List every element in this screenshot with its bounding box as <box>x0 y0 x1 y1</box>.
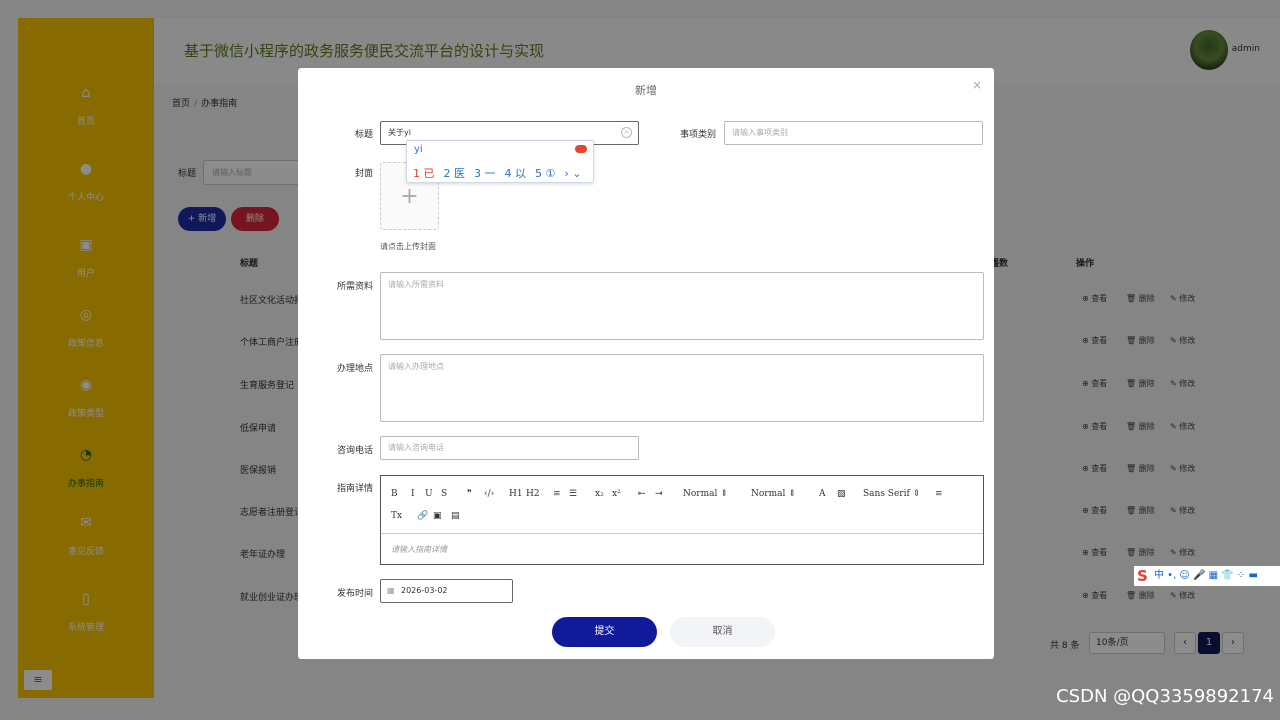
sogou-logo-icon: S <box>1137 567 1148 585</box>
toolbar-button[interactable]: Sans Serif ⇕ <box>863 489 920 499</box>
toolbar-button[interactable]: B <box>391 489 398 499</box>
category-input[interactable]: 请输入事项类别 <box>724 121 983 145</box>
editor-toolbar: B I U S ❞ ‹/› H1 H2 ≡ ☰ x₂ x² ⇤ ⇥ Normal ⇕ Normal ⇕ A ▧ Sa… <box>381 476 983 534</box>
ime-status-bar[interactable]: S 中 •, ☺ 🎤 ▦ 👕 ⁘ ▬ <box>1134 566 1280 586</box>
title-input-value: 关于yi <box>388 128 411 137</box>
toolbar-button[interactable]: x² <box>612 489 621 499</box>
ime-candidate-popup: yi 1 已 2 医 3 一 4 以 5 ① › ⌄ <box>406 140 594 183</box>
ime-candidate[interactable]: 5 ① <box>535 167 555 180</box>
toolbar-button[interactable]: ‹/› <box>484 489 494 499</box>
date-value: 2026-03-02 <box>401 586 448 595</box>
date-label: 发布时间 <box>336 589 373 599</box>
toolbar-button[interactable]: ▣ <box>433 511 442 521</box>
ime-candidate[interactable]: 1 已 <box>413 167 435 180</box>
toolbar-button[interactable]: ⇥ <box>655 489 663 499</box>
editor-placeholder: 请输入指南详情 <box>391 545 447 554</box>
ime-logo-icon <box>575 145 587 153</box>
toolbar-button[interactable]: x₂ <box>595 489 604 499</box>
toolbar-button[interactable]: ≡ <box>935 489 943 499</box>
ime-status-icons[interactable]: 中 •, ☺ 🎤 ▦ 👕 ⁘ ▬ <box>1154 566 1258 586</box>
category-label: 事项类别 <box>679 130 716 140</box>
phone-label: 咨询电话 <box>336 446 373 456</box>
ime-candidate[interactable]: 3 一 <box>474 167 496 180</box>
ime-candidate[interactable]: 4 以 <box>505 167 527 180</box>
toolbar-button[interactable]: ▧ <box>837 489 846 499</box>
toolbar-button[interactable]: 🔗 <box>417 511 428 521</box>
close-icon[interactable]: × <box>972 78 982 92</box>
toolbar-button[interactable]: Tx <box>391 511 402 521</box>
phone-input[interactable]: 请输入咨询电话 <box>380 436 639 460</box>
location-textarea[interactable]: 请输入办理地点 <box>380 354 984 422</box>
toolbar-button[interactable]: ≡ <box>553 489 561 499</box>
location-label: 办理地点 <box>336 364 373 374</box>
watermark: CSDN @QQ3359892174 <box>1056 686 1274 707</box>
toolbar-button[interactable]: ⇤ <box>638 489 646 499</box>
toolbar-button[interactable]: ▤ <box>451 511 460 521</box>
cancel-button[interactable]: 取消 <box>670 617 775 647</box>
toolbar-button[interactable]: Normal ⇕ <box>751 489 796 499</box>
toolbar-button[interactable]: H1 <box>509 489 523 499</box>
ime-composition: yi <box>414 144 423 155</box>
dialog-title: 新增 <box>635 84 657 97</box>
plus-icon: + <box>400 184 419 209</box>
ime-candidate[interactable]: 2 医 <box>444 167 466 180</box>
toolbar-button[interactable]: Normal ⇕ <box>683 489 728 499</box>
toolbar-button[interactable]: U <box>425 489 433 499</box>
clear-icon[interactable]: × <box>621 127 632 138</box>
calendar-icon: ▦ <box>387 586 395 595</box>
toolbar-button[interactable]: S <box>441 489 447 499</box>
submit-button[interactable]: 提交 <box>552 617 657 647</box>
toolbar-button[interactable]: A <box>819 489 826 499</box>
toolbar-button[interactable]: ☰ <box>569 489 577 499</box>
ime-nav[interactable]: › ⌄ <box>564 167 581 180</box>
cover-upload-hint: 请点击上传封面 <box>380 242 436 251</box>
toolbar-button[interactable]: I <box>411 489 415 499</box>
detail-label: 指南详情 <box>336 484 373 494</box>
materials-textarea[interactable]: 请输入所需资料 <box>380 272 984 340</box>
toolbar-button[interactable]: ❞ <box>467 489 472 499</box>
toolbar-button[interactable]: H2 <box>526 489 540 499</box>
cover-label: 封面 <box>354 169 373 179</box>
rich-text-editor[interactable]: B I U S ❞ ‹/› H1 H2 ≡ ☰ x₂ x² ⇤ ⇥ Normal ⇕ Normal ⇕ A ▧ Sa… <box>380 475 984 565</box>
title-label: 标题 <box>354 130 373 140</box>
ime-candidates: 1 已 2 医 3 一 4 以 5 ① › ⌄ <box>413 165 590 181</box>
date-picker[interactable]: ▦ 2026-03-02 <box>380 579 513 603</box>
materials-label: 所需资料 <box>336 282 373 292</box>
